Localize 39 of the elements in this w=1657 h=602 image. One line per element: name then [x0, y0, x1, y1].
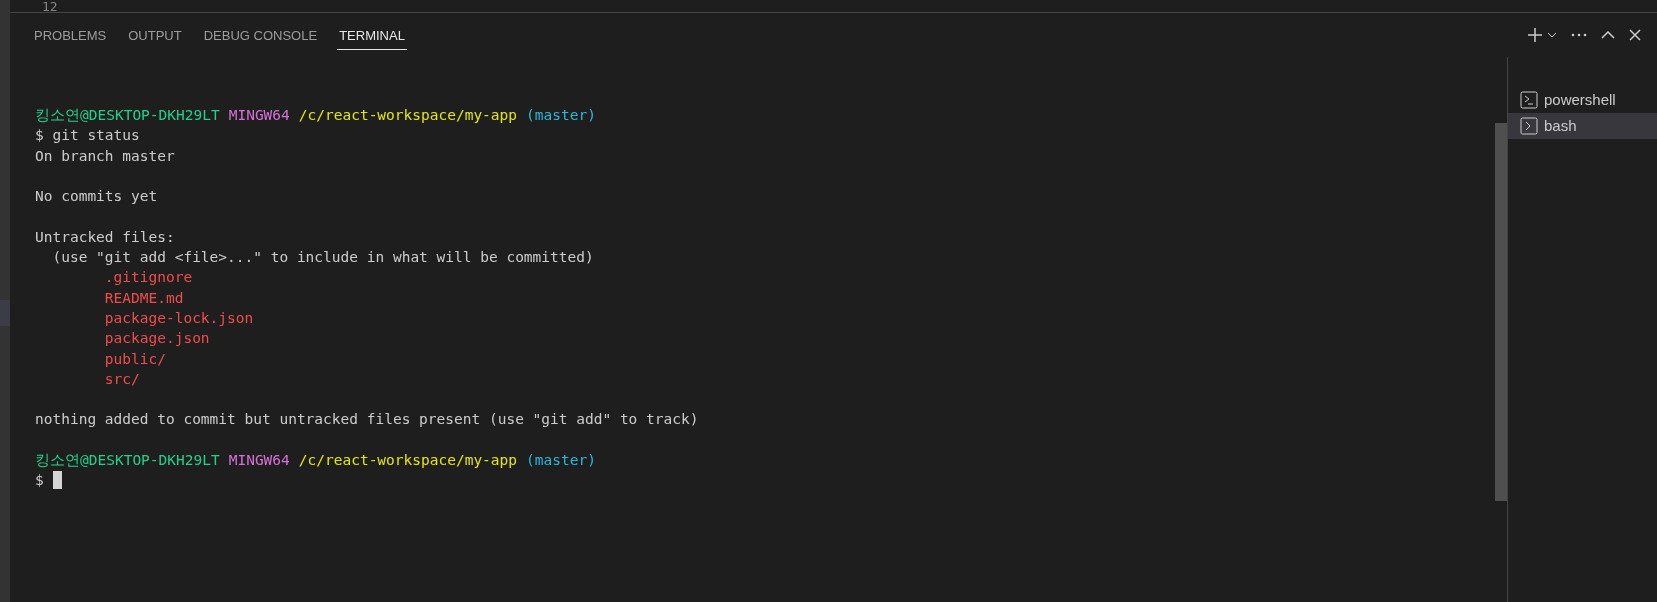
- terminal-name: bash: [1544, 115, 1577, 136]
- line-number: 12: [42, 0, 58, 12]
- plus-icon[interactable]: [1527, 27, 1543, 43]
- prompt-text: MINGW64: [228, 451, 290, 471]
- terminal-icon: [1520, 117, 1538, 135]
- terminal-name: powershell: [1544, 89, 1616, 110]
- panel-tab[interactable]: PROBLEMS: [32, 19, 109, 51]
- prompt-text: 킹소연@DESKTOP-DKH29LT: [35, 451, 220, 471]
- scrollbar-thumb[interactable]: [1495, 123, 1507, 501]
- panel-tab[interactable]: OUTPUT: [126, 19, 184, 51]
- prompt-text: MINGW64: [228, 106, 290, 125]
- terminal-text: No commits yet: [35, 187, 158, 207]
- prompt-text: /c/react-workspace/my-app: [298, 106, 518, 125]
- close-icon[interactable]: [1629, 29, 1641, 41]
- powershell-icon: [1520, 91, 1538, 109]
- panel-tab[interactable]: DEBUG CONSOLE: [201, 19, 320, 51]
- terminal-text: Untracked files:: [35, 227, 175, 247]
- terminal-text: (use "git add <file>..." to include in what will be committed): [51, 248, 594, 268]
- terminal-text: nothing added to commit but untracked files present (use "git add" to track): [35, 410, 699, 430]
- terminal-text: README.md: [103, 288, 184, 308]
- prompt-text: /c/react-workspace/my-app: [298, 451, 518, 471]
- terminal-text: .gitignore: [103, 268, 193, 288]
- panel-tab[interactable]: TERMINAL: [337, 19, 407, 51]
- prompt-text: (master): [526, 106, 596, 125]
- prompt-text: 킹소연@DESKTOP-DKH29LT: [35, 106, 220, 125]
- more-icon[interactable]: [1571, 33, 1587, 37]
- activity-bar-highlight: [0, 300, 10, 326]
- terminal-text: $: [35, 471, 44, 491]
- chevron-down-icon[interactable]: [1547, 32, 1557, 38]
- terminal-text: public/: [103, 349, 166, 369]
- terminal-text: package.json: [103, 329, 210, 349]
- terminal-text: src/: [103, 369, 140, 389]
- terminal-list-item[interactable]: bash: [1508, 113, 1657, 139]
- chevron-up-icon[interactable]: [1601, 31, 1615, 39]
- terminal-text: package-lock.json: [103, 308, 254, 328]
- prompt-text: (master): [526, 451, 596, 471]
- terminal-list-item[interactable]: powershell: [1508, 87, 1657, 113]
- terminal-text: $ git status: [35, 126, 140, 146]
- terminal-text: On branch master: [35, 146, 175, 166]
